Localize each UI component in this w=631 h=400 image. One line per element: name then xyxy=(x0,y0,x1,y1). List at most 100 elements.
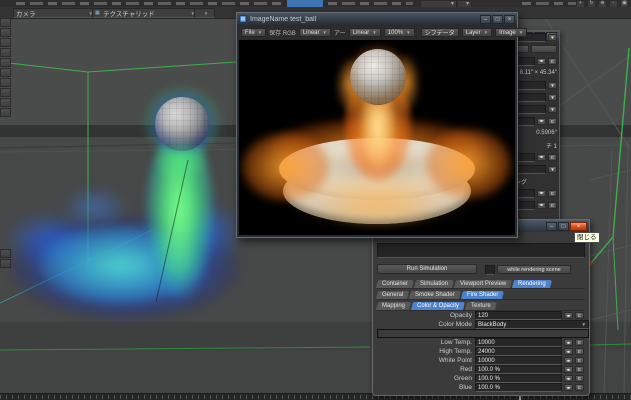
buffer-button[interactable]: シフデータ xyxy=(421,28,459,37)
camera-select[interactable]: カメラ ▼ xyxy=(13,8,96,18)
minislider-icon[interactable]: ◂▸ xyxy=(564,348,573,355)
while-rendering-button[interactable]: while rendering scene xyxy=(497,265,571,274)
minislider-icon[interactable]: ◂▸ xyxy=(537,190,546,197)
minislider-icon[interactable]: ◂▸ xyxy=(564,384,573,391)
high-temp-label: High Temp. xyxy=(377,348,475,355)
run-simulation-button[interactable]: Run Simulation xyxy=(377,264,477,274)
minislider-icon[interactable]: ◂▸ xyxy=(537,118,546,125)
item-list-box[interactable] xyxy=(377,243,585,258)
envelope-icon[interactable]: E xyxy=(548,118,557,125)
zoom-dropdown[interactable]: 100%▼ xyxy=(384,28,415,37)
minislider-icon[interactable]: ◂▸ xyxy=(537,58,546,65)
high-temp-field[interactable]: 24000 xyxy=(475,347,562,356)
envelope-icon[interactable]: E xyxy=(548,202,557,209)
left-tool-button[interactable] xyxy=(0,259,11,268)
chevron-down-icon[interactable]: ▼ xyxy=(548,166,557,173)
chevron-down-icon[interactable]: ▼ xyxy=(548,34,557,41)
envelope-icon[interactable]: E xyxy=(575,357,584,364)
left-tool-button[interactable] xyxy=(0,249,11,258)
step-value: チ 1 xyxy=(546,141,557,150)
panel-button[interactable] xyxy=(531,45,557,53)
minimize-button[interactable]: – xyxy=(546,222,557,231)
collision-disc-side xyxy=(283,158,471,224)
chevron-down-icon[interactable]: ▼ xyxy=(548,106,557,113)
rendered-image[interactable] xyxy=(239,40,515,235)
tab-texture[interactable]: Texture xyxy=(465,302,497,310)
layer-dropdown[interactable]: Layer▼ xyxy=(462,28,492,37)
maximize-button[interactable]: □ xyxy=(492,15,503,24)
chevron-down-icon[interactable]: ▼ xyxy=(548,94,557,101)
left-tool-button[interactable] xyxy=(0,28,11,37)
flame-blob xyxy=(284,168,474,226)
fire-shader-settings: Opacity 120 ◂▸ E Color Mode BlackBody▼ L… xyxy=(377,311,589,392)
envelope-icon[interactable]: E xyxy=(575,375,584,382)
camera-select-label: カメラ xyxy=(16,8,36,18)
minislider-icon[interactable]: ◂▸ xyxy=(564,357,573,364)
image-dropdown[interactable]: Image▼ xyxy=(495,28,527,37)
setting-row-red: Red 100.0 % ◂▸ E xyxy=(377,365,589,374)
left-tool-button[interactable] xyxy=(0,18,11,27)
chevron-down-icon[interactable]: ▼ xyxy=(548,82,557,89)
colorspace-dropdown[interactable]: Linear▼ xyxy=(299,28,331,37)
file-menu-button[interactable]: File▼ xyxy=(241,28,266,37)
tab-viewport-preview[interactable]: Viewport Preview xyxy=(454,280,512,288)
maximize-button[interactable]: □ xyxy=(558,222,569,231)
menu-items-blur xyxy=(522,2,584,5)
chevron-down-icon: ▼ xyxy=(484,30,488,35)
red-field[interactable]: 100.0 % xyxy=(475,365,562,374)
minislider-icon[interactable]: ◂▸ xyxy=(537,202,546,209)
viewport-options-dropdown[interactable]: ▼ xyxy=(194,8,215,18)
minislider-icon[interactable]: ◂▸ xyxy=(564,339,573,346)
tab-container[interactable]: Container xyxy=(376,280,414,288)
tab-color-opacity[interactable]: Color & Opacity xyxy=(411,302,465,310)
color-mode-dropdown[interactable]: BlackBody▼ xyxy=(475,320,589,329)
display-colorspace-dropdown[interactable]: Linear▼ xyxy=(349,28,381,37)
left-tool-button[interactable] xyxy=(0,78,11,87)
texture-icon: ▦ xyxy=(95,10,101,16)
left-tool-button[interactable] xyxy=(0,68,11,77)
setting-row-opacity: Opacity 120 ◂▸ E xyxy=(377,311,589,320)
minislider-icon[interactable]: ◂▸ xyxy=(537,154,546,161)
tab-general[interactable]: General xyxy=(376,291,409,299)
envelope-icon[interactable]: E xyxy=(575,366,584,373)
minislider-icon[interactable]: ◂▸ xyxy=(564,366,573,373)
menu-item-active[interactable] xyxy=(287,0,323,7)
blackbody-gradient[interactable] xyxy=(377,329,589,338)
envelope-icon[interactable]: E xyxy=(575,312,584,319)
envelope-icon[interactable]: E xyxy=(575,339,584,346)
left-toolbar xyxy=(0,18,12,269)
pixel-aspect-value: 0.5906° xyxy=(536,130,557,136)
left-tool-button[interactable] xyxy=(0,88,11,97)
close-button[interactable]: × xyxy=(570,222,587,231)
envelope-icon[interactable]: E xyxy=(548,154,557,161)
tab-rendering[interactable]: Rendering xyxy=(512,280,552,288)
sphere-facets xyxy=(350,49,406,105)
green-field[interactable]: 100.0 % xyxy=(475,374,562,383)
minislider-icon[interactable]: ◂▸ xyxy=(564,375,573,382)
low-temp-field[interactable]: 10000 xyxy=(475,338,562,347)
flame-blob xyxy=(241,132,331,202)
close-button[interactable]: × xyxy=(504,15,515,24)
minimize-button[interactable]: – xyxy=(480,15,491,24)
tab-fire-shader[interactable]: Fire Shader xyxy=(461,291,504,299)
left-tool-button[interactable] xyxy=(0,48,11,57)
white-point-field[interactable]: 10000 xyxy=(475,356,562,365)
chevron-down-icon: ▼ xyxy=(406,30,410,35)
image-viewer-titlebar[interactable]: ▦ ImageName test_ball – □ × xyxy=(237,13,517,25)
envelope-icon[interactable]: E xyxy=(548,58,557,65)
tab-mapping[interactable]: Mapping xyxy=(376,302,411,310)
minislider-icon[interactable]: ◂▸ xyxy=(564,312,573,319)
envelope-icon[interactable]: E xyxy=(548,190,557,197)
left-tool-button[interactable] xyxy=(0,108,11,117)
while-rendering-checkbox[interactable] xyxy=(485,265,495,275)
tab-simulation[interactable]: Simulation xyxy=(414,280,454,288)
envelope-icon[interactable]: E xyxy=(575,384,584,391)
tab-smoke-shader[interactable]: Smoke Shader xyxy=(409,291,461,299)
shading-mode-select[interactable]: ▦ テクスチャリッド ▼ xyxy=(92,8,198,18)
envelope-icon[interactable]: E xyxy=(575,348,584,355)
left-tool-button[interactable] xyxy=(0,38,11,47)
left-tool-button[interactable] xyxy=(0,58,11,67)
left-tool-button[interactable] xyxy=(0,98,11,107)
blue-field[interactable]: 100.0 % xyxy=(475,383,562,392)
opacity-field[interactable]: 120 xyxy=(475,311,562,320)
